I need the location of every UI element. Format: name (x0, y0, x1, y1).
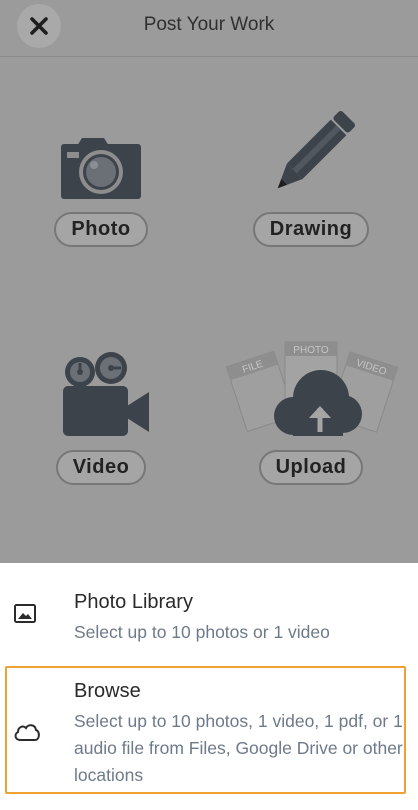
pencil-icon (277, 110, 356, 189)
video-camera-icon (63, 352, 149, 436)
cloud-icon (14, 724, 40, 741)
post-work-screen: Post Your Work Photo Drawing Video FILE … (0, 0, 418, 810)
camera-icon (61, 138, 141, 199)
page-title: Post Your Work (143, 14, 275, 35)
image-icon (14, 604, 36, 623)
photo-library-label: Photo Library (74, 591, 193, 613)
drawing-button[interactable]: Drawing (252, 212, 370, 247)
video-option[interactable]: Video (1, 328, 201, 485)
browse-description: Select up to 10 photos, 1 video, 1 pdf, … (74, 711, 403, 785)
upload-button[interactable]: Upload (258, 450, 364, 485)
photo-button[interactable]: Photo (54, 212, 148, 247)
header-bar: Post Your Work (0, 0, 418, 57)
photo-library-item[interactable]: Photo Library Select up to 10 photos or … (0, 563, 418, 663)
upload-source-sheet: Photo Library Select up to 10 photos or … (0, 563, 418, 810)
photo-library-description: Select up to 10 photos or 1 video (74, 622, 330, 642)
drawing-option[interactable]: Drawing (211, 90, 411, 247)
browse-item[interactable]: Browse Select up to 10 photos, 1 video, … (0, 666, 418, 794)
photo-option[interactable]: Photo (1, 90, 201, 247)
upload-option[interactable]: FILE VIDEO PHOTO Upload (211, 328, 411, 485)
photo-card-label: PHOTO (293, 345, 329, 356)
video-button[interactable]: Video (55, 450, 147, 485)
browse-label: Browse (74, 680, 141, 702)
cloud-upload-icon: FILE VIDEO PHOTO (225, 341, 399, 436)
